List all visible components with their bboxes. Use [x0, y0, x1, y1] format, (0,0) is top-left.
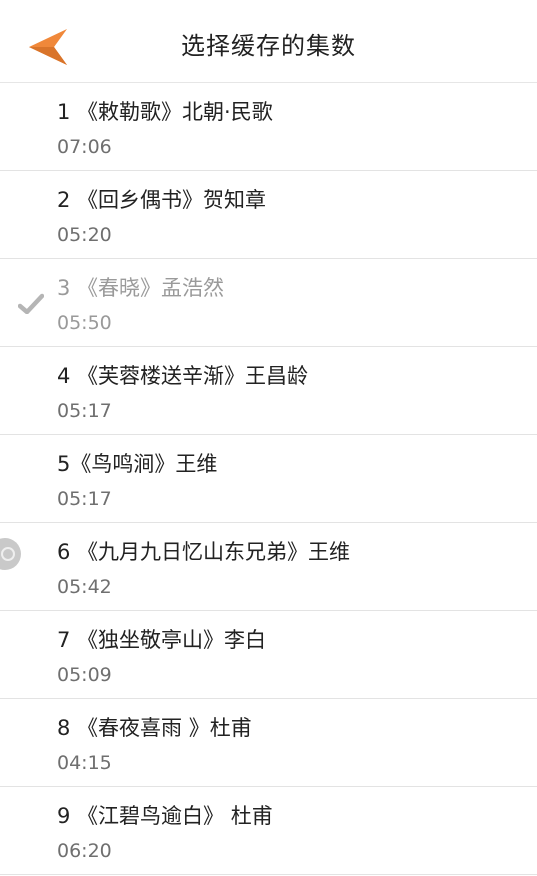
- episode-select-screen: 选择缓存的集数 1 《敕勒歌》北朝·民歌 07:06 2 《回乡偶书》贺知章 0…: [0, 0, 537, 876]
- episode-duration: 06:20: [57, 840, 112, 862]
- episode-title: 3 《春晓》孟浩然: [57, 276, 225, 300]
- episode-row-7[interactable]: 7 《独坐敬亭山》李白 05:09: [0, 611, 537, 699]
- episode-title: 1 《敕勒歌》北朝·民歌: [57, 100, 273, 124]
- episode-list: 1 《敕勒歌》北朝·民歌 07:06 2 《回乡偶书》贺知章 05:20 3 《…: [0, 83, 537, 875]
- episode-title: 7 《独坐敬亭山》李白: [57, 628, 267, 652]
- episode-row-6[interactable]: 6 《九月九日忆山东兄弟》王维 05:42: [0, 523, 537, 611]
- episode-row-5[interactable]: 5《鸟鸣涧》王维 05:17: [0, 435, 537, 523]
- episode-duration: 05:09: [57, 664, 112, 686]
- episode-title: 9 《江碧鸟逾白》 杜甫: [57, 804, 273, 828]
- episode-duration: 05:50: [57, 312, 112, 334]
- downloaded-check-icon: [18, 293, 44, 314]
- episode-title: 6 《九月九日忆山东兄弟》王维: [57, 540, 351, 564]
- episode-duration: 05:17: [57, 400, 112, 422]
- episode-title: 8 《春夜喜雨 》杜甫: [57, 716, 252, 740]
- episode-duration: 05:42: [57, 576, 112, 598]
- episode-duration: 05:17: [57, 488, 112, 510]
- episode-row-9[interactable]: 9 《江碧鸟逾白》 杜甫 06:20: [0, 787, 537, 875]
- episode-duration: 04:15: [57, 752, 112, 774]
- episode-row-2[interactable]: 2 《回乡偶书》贺知章 05:20: [0, 171, 537, 259]
- episode-row-8[interactable]: 8 《春夜喜雨 》杜甫 04:15: [0, 699, 537, 787]
- episode-row-1[interactable]: 1 《敕勒歌》北朝·民歌 07:06: [0, 83, 537, 171]
- episode-row-3[interactable]: 3 《春晓》孟浩然 05:50: [0, 259, 537, 347]
- episode-duration: 07:06: [57, 136, 112, 158]
- episode-title: 4 《芙蓉楼送辛渐》王昌龄: [57, 364, 309, 388]
- page-title: 选择缓存的集数: [181, 32, 356, 60]
- episode-title: 2 《回乡偶书》贺知章: [57, 188, 267, 212]
- downloading-icon: [0, 538, 21, 570]
- episode-duration: 05:20: [57, 224, 112, 246]
- episode-row-4[interactable]: 4 《芙蓉楼送辛渐》王昌龄 05:17: [0, 347, 537, 435]
- episode-title: 5《鸟鸣涧》王维: [57, 452, 218, 476]
- header-bar: 选择缓存的集数: [0, 0, 537, 83]
